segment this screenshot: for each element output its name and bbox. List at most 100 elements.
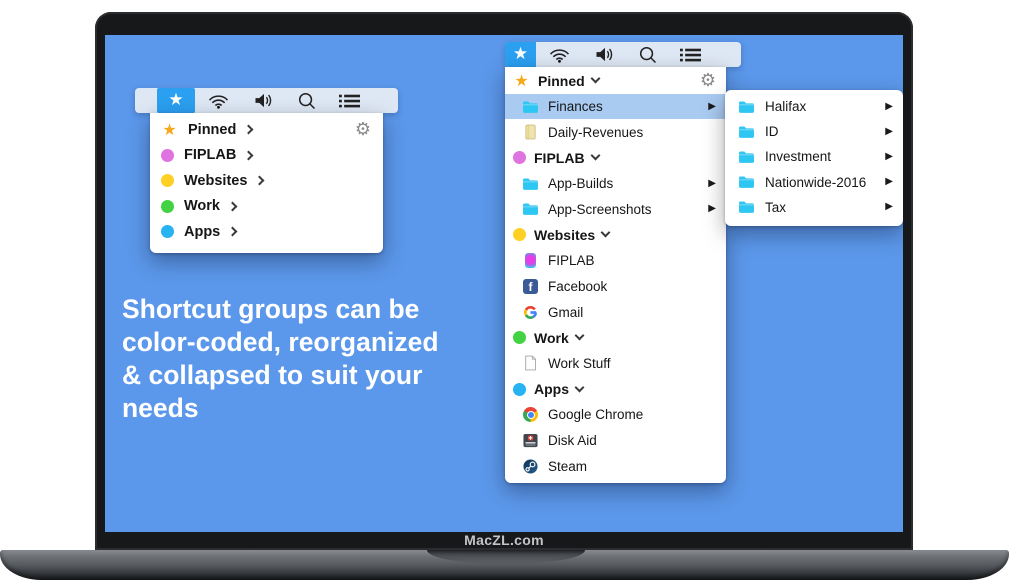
submenu-row-tax[interactable]: Tax▶ <box>725 195 903 220</box>
wifi-icon <box>547 46 571 63</box>
folder-icon <box>522 202 539 216</box>
star-icon: ★ <box>161 122 178 138</box>
group-label: Work <box>184 198 220 214</box>
menubar-fragment-expanded: ★ <box>505 42 741 67</box>
google-chrome-icon <box>522 407 539 422</box>
folder-icon <box>738 175 755 189</box>
submenu-row-halifax[interactable]: Halifax▶ <box>725 94 903 119</box>
group-header-apps[interactable]: Apps <box>505 376 726 402</box>
submenu-label: Halifax <box>765 99 806 114</box>
volume-icon <box>252 92 275 109</box>
group-header-pinned[interactable]: ★ Pinned ⚙ <box>505 68 726 94</box>
group-header-fiplab[interactable]: FIPLAB <box>505 145 726 171</box>
submenu-row-investment[interactable]: Investment▶ <box>725 144 903 169</box>
group-row-work[interactable]: Work <box>150 194 383 220</box>
gear-icon[interactable]: ⚙ <box>700 72 716 90</box>
group-header-websites[interactable]: Websites <box>505 222 726 248</box>
menubar-wifi-button[interactable] <box>536 42 582 67</box>
shortcut-row-app-builds[interactable]: App-Builds▶ <box>505 171 726 197</box>
shortcut-row-finances[interactable]: Finances▶ <box>505 94 726 120</box>
chevron-down-icon <box>590 151 600 161</box>
chevron-down-icon <box>601 228 611 238</box>
chevron-right-icon <box>244 150 254 160</box>
submenu-arrow-icon: ▶ <box>708 179 716 189</box>
group-color-dot <box>513 331 526 344</box>
group-color-dot <box>513 383 526 396</box>
folder-icon <box>738 100 755 114</box>
menubar-wifi-button[interactable] <box>195 88 241 113</box>
group-row-pinned[interactable]: ★Pinned⚙ <box>150 117 383 143</box>
shortcut-row-facebook[interactable]: fFacebook <box>505 274 726 300</box>
shortcut-label: Gmail <box>548 305 583 320</box>
group-row-websites[interactable]: Websites <box>150 168 383 194</box>
laptop-lid: Shortcut groups can becolor-coded, reorg… <box>95 12 913 550</box>
chevron-right-icon <box>228 227 238 237</box>
group-row-fiplab[interactable]: FIPLAB <box>150 143 383 169</box>
group-label: Pinned <box>538 73 585 89</box>
shortcut-row-work-stuff[interactable]: Work Stuff <box>505 351 726 377</box>
search-icon <box>297 92 316 110</box>
group-color-dot <box>161 225 174 238</box>
shortcut-groups-menu-collapsed: ★Pinned⚙FIPLABWebsites Work Apps <box>150 113 383 253</box>
menubar-star-button[interactable]: ★ <box>157 88 195 113</box>
submenu-arrow-icon: ▶ <box>708 102 716 112</box>
submenu-label: ID <box>765 124 779 139</box>
group-color-dot <box>161 149 174 162</box>
caption-line: Shortcut groups can be <box>122 293 492 326</box>
shortcut-label: FIPLAB <box>548 253 595 268</box>
folder-icon <box>522 100 539 114</box>
shortcut-label: Disk Aid <box>548 433 597 448</box>
submenu-label: Tax <box>765 200 786 215</box>
menubar-list-button[interactable] <box>327 88 371 113</box>
shortcut-label: Steam <box>548 459 587 474</box>
group-row-apps[interactable]: Apps <box>150 219 383 245</box>
chevron-down-icon <box>590 74 600 84</box>
chevron-down-icon <box>574 331 584 341</box>
menubar-list-button[interactable] <box>668 42 712 67</box>
shortcut-row-app-screenshots[interactable]: App-Screenshots▶ <box>505 196 726 222</box>
caption-line: needs <box>122 392 492 425</box>
caption-text: Shortcut groups can becolor-coded, reorg… <box>122 293 492 425</box>
group-label: Apps <box>184 224 220 240</box>
shortcut-row-google-chrome[interactable]: Google Chrome <box>505 402 726 428</box>
submenu-row-nationwide-2016[interactable]: Nationwide-2016▶ <box>725 170 903 195</box>
shortcut-label: Work Stuff <box>548 356 611 371</box>
menubar-search-button[interactable] <box>627 42 668 67</box>
steam-icon <box>522 459 539 474</box>
shortcut-row-steam[interactable]: Steam <box>505 453 726 479</box>
folder-icon <box>738 150 755 164</box>
fiplab-app-icon <box>522 253 539 268</box>
group-label: Work <box>534 330 569 346</box>
shortcut-row-disk-aid[interactable]: Disk Aid <box>505 428 726 454</box>
list-icon <box>338 93 360 109</box>
group-header-work[interactable]: Work <box>505 325 726 351</box>
menubar-volume-button[interactable] <box>241 88 286 113</box>
shortcut-row-fiplab[interactable]: FIPLAB <box>505 248 726 274</box>
document-icon <box>522 124 539 140</box>
menubar-volume-button[interactable] <box>582 42 627 67</box>
shortcut-row-daily-revenues[interactable]: Daily-Revenues <box>505 119 726 145</box>
search-icon <box>638 46 657 64</box>
star-icon: ★ <box>168 92 183 109</box>
finances-submenu: Halifax▶ID▶Investment▶Nationwide-2016▶Ta… <box>725 90 903 226</box>
volume-icon <box>593 46 616 63</box>
laptop-lid-groove <box>427 550 585 563</box>
disk-aid-icon <box>522 433 539 448</box>
shortcut-row-gmail[interactable]: Gmail <box>505 299 726 325</box>
menubar-star-button[interactable]: ★ <box>505 42 536 67</box>
star-icon: ★ <box>513 73 530 89</box>
gear-icon[interactable]: ⚙ <box>355 121 371 139</box>
list-icon <box>679 47 701 63</box>
shortcut-label: Google Chrome <box>548 407 643 422</box>
chevron-right-icon <box>244 125 254 135</box>
menubar-blank-segment <box>135 88 157 113</box>
shortcut-label: Facebook <box>548 279 607 294</box>
menubar-search-button[interactable] <box>286 88 327 113</box>
submenu-row-id[interactable]: ID ▶ <box>725 119 903 144</box>
submenu-arrow-icon: ▶ <box>885 127 893 137</box>
submenu-arrow-icon: ▶ <box>885 177 893 187</box>
shortcut-label: Daily-Revenues <box>548 125 643 140</box>
caption-line: color-coded, reorganized <box>122 326 492 359</box>
chevron-right-icon <box>255 176 265 186</box>
watermark: MacZL.com <box>95 532 913 548</box>
